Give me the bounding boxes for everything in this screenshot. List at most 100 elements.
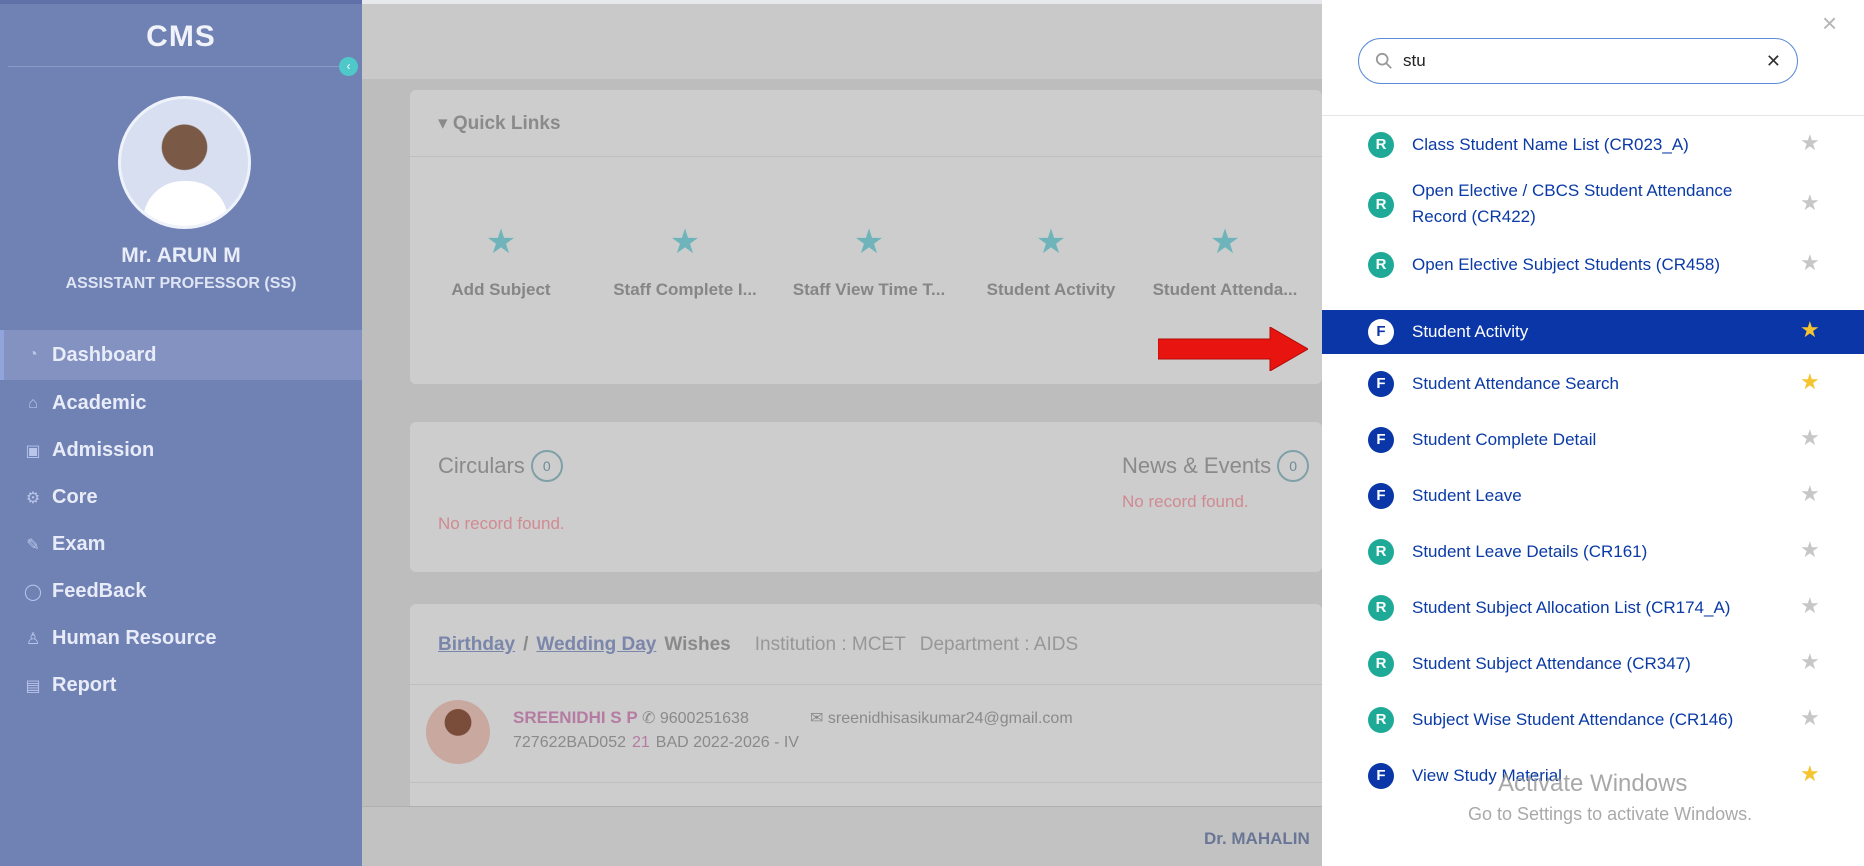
quick-link-staff-complete[interactable]: ★ Staff Complete I... [600, 222, 770, 300]
divider [410, 782, 1322, 783]
star-icon[interactable]: ★ [1800, 593, 1820, 619]
chevron-left-icon[interactable]: ‹ [339, 57, 358, 76]
person-phone: ✆ 9600251638 [642, 710, 749, 727]
list-item[interactable]: R Class Student Name List (CR023_A) ★ [1322, 120, 1864, 170]
star-icon[interactable]: ★ [1800, 537, 1820, 563]
id-card-icon: ▣ [25, 442, 41, 460]
sidebar-item-label: Core [52, 486, 98, 508]
star-icon[interactable]: ★ [1800, 369, 1820, 395]
result-label: Student Complete Detail [1412, 430, 1597, 449]
edit-icon: ✎ [26, 536, 40, 554]
form-badge: F [1368, 319, 1394, 345]
circulars-card: Circulars 0 No record found. News & Even… [410, 422, 1322, 572]
footer: Dr. MAHALIN [362, 806, 1322, 866]
mail-icon: ✉ [810, 710, 828, 727]
brand-divider [8, 66, 354, 67]
chat-icon: ◯ [24, 583, 42, 601]
news-empty: No record found. [1122, 492, 1249, 511]
star-icon[interactable]: ★ [1800, 190, 1820, 216]
person-name: SREENIDHI S P [513, 708, 638, 727]
divider [410, 684, 1322, 685]
footer-text: Dr. MAHALIN [1204, 829, 1310, 848]
close-icon[interactable]: × [1822, 8, 1837, 39]
list-item[interactable]: R Open Elective / CBCS Student Attendanc… [1322, 172, 1864, 238]
search-icon [1375, 52, 1392, 69]
circulars-empty: No record found. [438, 514, 565, 533]
sidebar-item-label: FeedBack [52, 580, 147, 602]
sidebar-top-border [0, 0, 362, 4]
sidebar-item-label: Exam [52, 533, 106, 555]
quick-links-title[interactable]: ▾ Quick Links [438, 112, 561, 135]
top-bar [362, 4, 1322, 79]
news-count-badge[interactable]: 0 [1277, 450, 1310, 482]
avatar[interactable] [118, 96, 251, 229]
gear-icon: ⚙ [25, 489, 41, 507]
result-label: Open Elective / CBCS Student Attendance … [1412, 181, 1733, 226]
star-icon[interactable]: ★ [1800, 761, 1820, 787]
sidebar: CMS ‹ Mr. ARUN M ASSISTANT PROFESSOR (SS… [0, 0, 362, 866]
star-icon[interactable]: ★ [1800, 250, 1820, 276]
red-arrow-annotation [1158, 327, 1308, 371]
list-item[interactable]: F Student Leave ★ [1322, 474, 1864, 518]
sidebar-item-exam[interactable]: ✎ Exam [0, 521, 362, 568]
circulars-count-badge[interactable]: 0 [530, 450, 563, 482]
report-badge: R [1368, 651, 1394, 677]
sidebar-item-academic[interactable]: ⌂ Academic [0, 380, 362, 427]
list-item[interactable]: F Student Attendance Search ★ [1322, 362, 1864, 406]
list-item[interactable]: R Open Elective Subject Students (CR458)… [1322, 240, 1864, 290]
search-box[interactable]: ✕ [1358, 38, 1798, 84]
star-icon[interactable]: ★ [1800, 705, 1820, 731]
sidebar-item-feedback[interactable]: ◯ FeedBack [0, 568, 362, 615]
quick-link-student-attendance[interactable]: ★ Student Attenda... [1140, 222, 1310, 300]
institution-label: Institution : MCET [754, 634, 906, 655]
person-email: ✉ sreenidhisasikumar24@gmail.com [810, 710, 1073, 727]
list-item[interactable]: R Student Leave Details (CR161) ★ [1322, 530, 1864, 574]
quick-link-student-activity[interactable]: ★ Student Activity [966, 222, 1136, 300]
quick-link-staff-view-timetable[interactable]: ★ Staff View Time T... [784, 222, 954, 300]
sidebar-item-human-resource[interactable]: ♙ Human Resource [0, 615, 362, 662]
sidebar-item-label: Report [52, 674, 117, 696]
star-icon: ★ [1209, 223, 1241, 261]
divider [410, 156, 1322, 157]
birthday-tab[interactable]: Birthday [438, 634, 515, 656]
sidebar-item-core[interactable]: ⚙ Core [0, 474, 362, 521]
sidebar-item-admission[interactable]: ▣ Admission [0, 427, 362, 474]
list-item[interactable]: F Student Complete Detail ★ [1322, 418, 1864, 462]
wishes-label: Wishes [664, 634, 731, 655]
star-icon[interactable]: ★ [1800, 425, 1820, 451]
wedding-day-tab[interactable]: Wedding Day [536, 634, 656, 656]
result-label: Student Subject Allocation List (CR174_A… [1412, 598, 1731, 617]
report-badge: R [1368, 707, 1394, 733]
sidebar-item-dashboard[interactable]: ◔ Dashboard [0, 330, 362, 380]
star-icon[interactable]: ★ [1800, 481, 1820, 507]
form-badge: F [1368, 763, 1394, 789]
clear-icon[interactable]: ✕ [1766, 51, 1781, 72]
person-details: 727622BAD052 21 BAD 2022-2026 - IV [513, 734, 799, 751]
list-item[interactable]: R Student Subject Allocation List (CR174… [1322, 586, 1864, 630]
sidebar-item-label: Human Resource [52, 627, 217, 649]
activate-windows-hint: Go to Settings to activate Windows. [1468, 804, 1753, 824]
department-label: Department : AIDS [919, 634, 1079, 655]
quick-link-add-subject[interactable]: ★ Add Subject [416, 222, 586, 300]
report-icon: ▤ [25, 677, 41, 695]
result-label: Class Student Name List (CR023_A) [1412, 135, 1689, 154]
graduation-cap-icon: ⌂ [28, 394, 38, 412]
sidebar-nav: ◔ Dashboard ⌂ Academic ▣ Admission ⚙ Cor… [0, 330, 362, 709]
report-badge: R [1368, 132, 1394, 158]
wishes-header: Birthday / Wedding Day Wishes Institutio… [438, 634, 1078, 656]
star-icon[interactable]: ★ [1800, 130, 1820, 156]
activate-windows-watermark: Activate Windows [1498, 770, 1688, 797]
list-item-selected[interactable]: F Student Activity ★ [1322, 310, 1864, 354]
search-input[interactable] [1403, 51, 1766, 71]
pie-chart-icon: ◔ [28, 346, 38, 363]
result-label: Student Activity [1412, 322, 1529, 341]
news-title: News & Events 0 [1122, 450, 1310, 482]
brand-logo[interactable]: CMS [0, 20, 362, 54]
list-item[interactable]: R Subject Wise Student Attendance (CR146… [1322, 698, 1864, 742]
star-icon[interactable]: ★ [1800, 317, 1820, 343]
list-item[interactable]: R Student Subject Attendance (CR347) ★ [1322, 642, 1864, 686]
star-icon[interactable]: ★ [1800, 649, 1820, 675]
sidebar-item-label: Dashboard [52, 343, 157, 366]
star-icon: ★ [669, 223, 701, 261]
sidebar-item-report[interactable]: ▤ Report [0, 662, 362, 709]
